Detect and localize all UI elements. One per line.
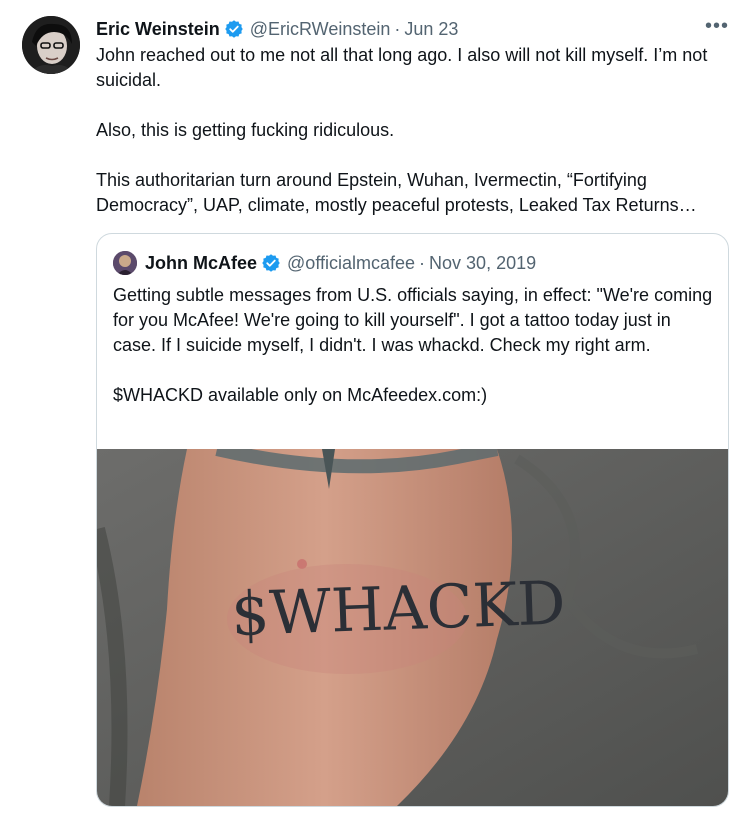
author-name[interactable]: Eric Weinstein bbox=[96, 19, 220, 40]
quoted-tweet[interactable]: John McAfee @officialmcafee · Nov 30, 20… bbox=[96, 233, 729, 807]
quoted-verified-badge-icon bbox=[261, 253, 281, 273]
quoted-tweet-header: John McAfee @officialmcafee · Nov 30, 20… bbox=[113, 249, 536, 277]
more-options-icon[interactable]: ••• bbox=[704, 16, 730, 42]
tweet-card[interactable]: Eric Weinstein @EricRWeinstein · Jun 23 … bbox=[0, 0, 752, 816]
quoted-author-handle: @officialmcafee bbox=[287, 252, 416, 273]
quoted-tweet-image[interactable]: $WHACKD bbox=[97, 449, 728, 806]
header-separator: · bbox=[394, 18, 401, 39]
tweet-text: John reached out to me not all that long… bbox=[96, 45, 708, 215]
tattoo-text: $WHACKD bbox=[230, 568, 567, 650]
quoted-header-separator: · bbox=[419, 252, 426, 273]
tweet-header: Eric Weinstein @EricRWeinstein · Jun 23 bbox=[96, 16, 458, 42]
author-avatar[interactable] bbox=[22, 16, 80, 74]
quoted-tweet-text: Getting subtle messages from U.S. offici… bbox=[113, 285, 713, 405]
quoted-author-avatar bbox=[113, 251, 137, 275]
author-handle[interactable]: @EricRWeinstein bbox=[250, 19, 391, 40]
tweet-date[interactable]: Jun 23 bbox=[404, 19, 458, 40]
quoted-tweet-date: Nov 30, 2019 bbox=[429, 252, 537, 273]
quoted-author-name: John McAfee bbox=[145, 252, 258, 273]
verified-badge-icon bbox=[224, 19, 244, 39]
